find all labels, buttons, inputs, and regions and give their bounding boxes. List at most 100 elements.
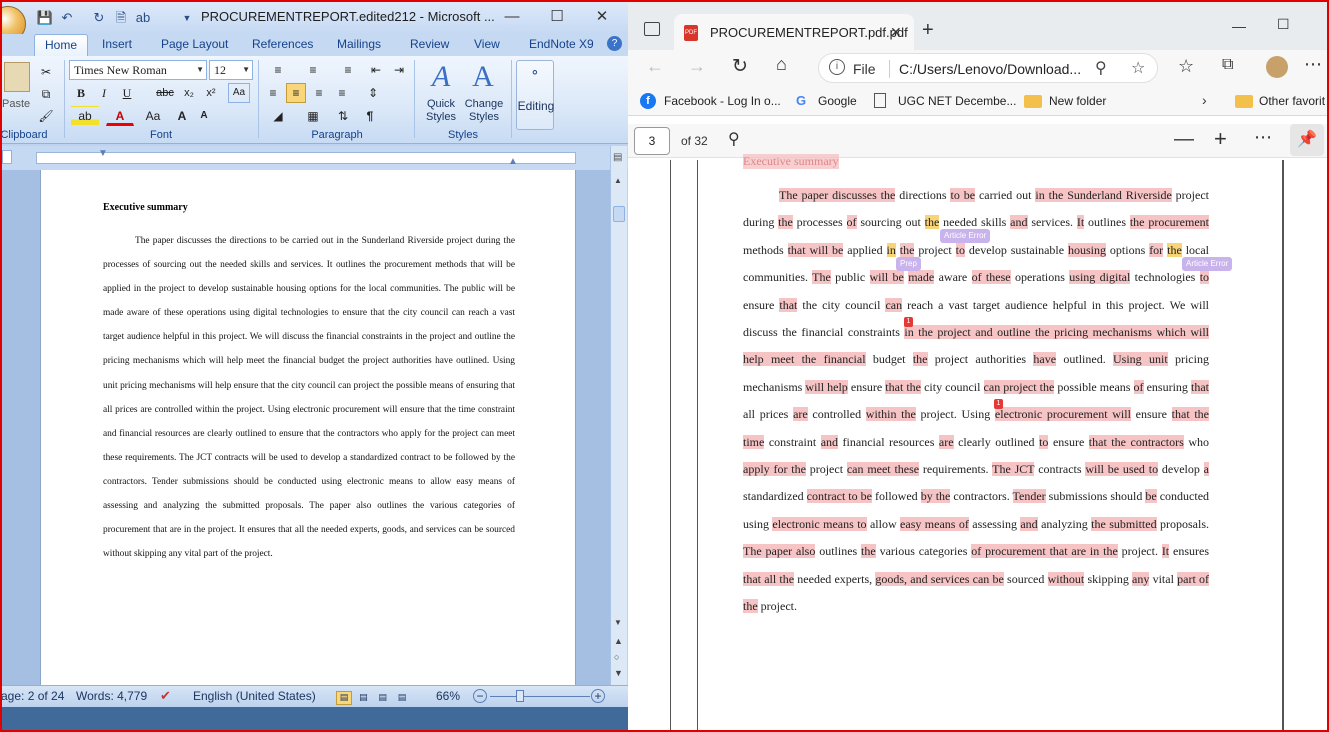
vertical-scrollbar[interactable]: ▤ ▲ ▼ ▲ ○ ▼	[610, 146, 627, 685]
font-color-icon[interactable]: A	[106, 106, 134, 126]
word-count[interactable]: Words: 4,779	[76, 689, 147, 703]
align-right-icon[interactable]: ≡	[309, 83, 329, 103]
pdf-zoom-in-icon[interactable]: +	[1214, 126, 1227, 152]
home-icon[interactable]: ⌂	[776, 54, 787, 75]
subscript-icon[interactable]: x₂	[179, 83, 199, 103]
paste-icon[interactable]	[4, 62, 30, 92]
tab-mailings[interactable]: Mailings	[337, 37, 381, 51]
indent-marker-icon[interactable]: ▼	[98, 148, 108, 168]
pdf-zoom-out-icon[interactable]: —	[1174, 128, 1194, 150]
spelling-icon[interactable]: ab	[134, 9, 152, 27]
outline-icon[interactable]: ▤	[394, 692, 410, 703]
ruler-bar[interactable]	[36, 152, 576, 164]
tab-selector-icon[interactable]	[2, 150, 12, 164]
zoom-out-icon[interactable]: −	[473, 689, 487, 703]
tab-endnote[interactable]: EndNote X9	[529, 37, 594, 51]
shrink-font-icon[interactable]: A	[194, 106, 214, 126]
justify-icon[interactable]: ≡	[332, 83, 352, 103]
font-name-select[interactable]: Times New Roman ▼	[69, 60, 207, 80]
grow-font-icon[interactable]: A	[172, 106, 192, 126]
comment-badge-2[interactable]: 1	[994, 399, 1003, 409]
scroll-up-icon[interactable]: ▲	[614, 176, 622, 185]
zoom-slider-thumb[interactable]	[516, 690, 524, 702]
address-field[interactable]: i File C:/Users/Lenovo/Download... ⚲ ☆	[818, 53, 1158, 83]
tab-page-layout[interactable]: Page Layout	[161, 37, 228, 51]
shading-icon[interactable]: ◢	[263, 106, 293, 126]
help-icon[interactable]: ?	[607, 36, 622, 51]
redo-icon[interactable]: ↻	[90, 9, 108, 27]
add-favorite-icon[interactable]: ☆	[1131, 58, 1145, 78]
bold-icon[interactable]: B	[71, 83, 91, 103]
comment-badge[interactable]: 1	[904, 317, 913, 327]
font-size-select[interactable]: 12 ▼	[209, 60, 253, 80]
profile-avatar[interactable]	[1266, 56, 1288, 78]
tab-references[interactable]: References	[252, 37, 313, 51]
maximize-icon[interactable]: ☐	[535, 4, 579, 30]
back-icon[interactable]: ←	[646, 56, 664, 77]
change-case-icon[interactable]: Aa	[140, 106, 166, 126]
other-favorites[interactable]: Other favorit	[1259, 94, 1325, 108]
sort-icon[interactable]: ⇅	[333, 106, 353, 126]
close-tab-icon[interactable]: ✕	[890, 24, 902, 41]
multilevel-list-icon[interactable]: ≡	[333, 60, 363, 80]
increase-indent-icon[interactable]: ⇥	[389, 60, 409, 80]
scroll-down-icon[interactable]: ▼	[614, 618, 622, 627]
close-icon[interactable]: ✕	[580, 4, 624, 30]
tab-insert[interactable]: Insert	[102, 37, 132, 51]
language-status[interactable]: English (United States)	[193, 689, 316, 703]
print-layout-icon[interactable]: ▤	[336, 691, 352, 705]
bookmark-ugc-net[interactable]: UGC NET Decembe...	[898, 94, 1016, 108]
zoom-slider[interactable]	[490, 696, 590, 697]
quick-styles-icon[interactable]: A	[424, 60, 458, 96]
collections-icon[interactable]: ⧉	[1222, 56, 1233, 74]
settings-more-icon[interactable]: ⋯	[1304, 54, 1322, 75]
forward-icon[interactable]: →	[688, 56, 706, 77]
tab-review[interactable]: Review	[410, 37, 449, 51]
web-layout-icon[interactable]: ▤	[375, 692, 391, 703]
bullets-icon[interactable]: ≡	[263, 60, 293, 80]
bookmark-google[interactable]: Google	[818, 94, 857, 108]
document-body[interactable]: The paper discusses the directions to be…	[103, 229, 515, 566]
underline-icon[interactable]: U	[117, 83, 137, 103]
numbering-icon[interactable]: ≡	[298, 60, 328, 80]
favorites-icon[interactable]: ☆	[1178, 56, 1194, 77]
article-error-tag[interactable]: Article Error	[940, 229, 991, 243]
strikethrough-icon[interactable]: abc	[152, 83, 178, 103]
full-screen-reading-icon[interactable]: ▤	[355, 692, 371, 703]
tab-home[interactable]: Home	[34, 34, 89, 56]
save-icon[interactable]: 💾	[36, 9, 54, 27]
italic-icon[interactable]: I	[94, 83, 114, 103]
edge-minimize-icon[interactable]: —	[1232, 18, 1246, 34]
search-icon[interactable]: ⚲	[728, 129, 740, 149]
prep-tag[interactable]: Prep	[896, 257, 921, 271]
info-icon[interactable]: i	[829, 59, 845, 75]
right-indent-marker-icon[interactable]: ▲	[508, 156, 518, 167]
cut-icon[interactable]: ✂	[36, 62, 56, 82]
clear-formatting-icon[interactable]: Aa	[228, 83, 250, 103]
superscript-icon[interactable]: x²	[201, 83, 221, 103]
edge-active-tab[interactable]: PDF PROCUREMENTREPORT.pdf.pdf ✕	[674, 14, 914, 50]
proofing-icon[interactable]: ✔	[160, 688, 171, 704]
copy-icon[interactable]: ⧉	[36, 84, 56, 104]
browse-object-icon[interactable]: ○	[614, 652, 619, 662]
new-tab-icon[interactable]: +	[922, 20, 934, 40]
line-spacing-icon[interactable]: ⇕	[358, 83, 388, 103]
change-styles-button[interactable]: Change Styles	[462, 98, 506, 124]
format-painter-icon[interactable]: 🖌	[36, 106, 56, 126]
next-page-icon[interactable]: ▼	[614, 668, 623, 678]
customize-qat-icon[interactable]: ▼	[178, 9, 196, 27]
tab-actions-icon[interactable]	[644, 22, 660, 36]
zoom-icon[interactable]: ⚲	[1095, 58, 1107, 78]
pdf-more-icon[interactable]: ⋯	[1254, 127, 1272, 148]
highlight-icon[interactable]: ab	[71, 106, 99, 126]
show-formatting-icon[interactable]: ¶	[360, 106, 380, 126]
pin-toolbar-icon[interactable]: 📌	[1290, 124, 1324, 156]
borders-icon[interactable]: ▦	[298, 106, 328, 126]
view-ruler-icon[interactable]: ▤	[613, 152, 625, 164]
tab-view[interactable]: View	[474, 37, 500, 51]
edge-maximize-icon[interactable]: ☐	[1277, 16, 1290, 33]
chevron-right-icon[interactable]: ›	[1202, 92, 1207, 108]
editing-button[interactable]: ⚬ Editing	[516, 60, 554, 130]
undo-icon[interactable]: ↶	[58, 9, 76, 27]
scroll-thumb[interactable]	[613, 206, 625, 222]
